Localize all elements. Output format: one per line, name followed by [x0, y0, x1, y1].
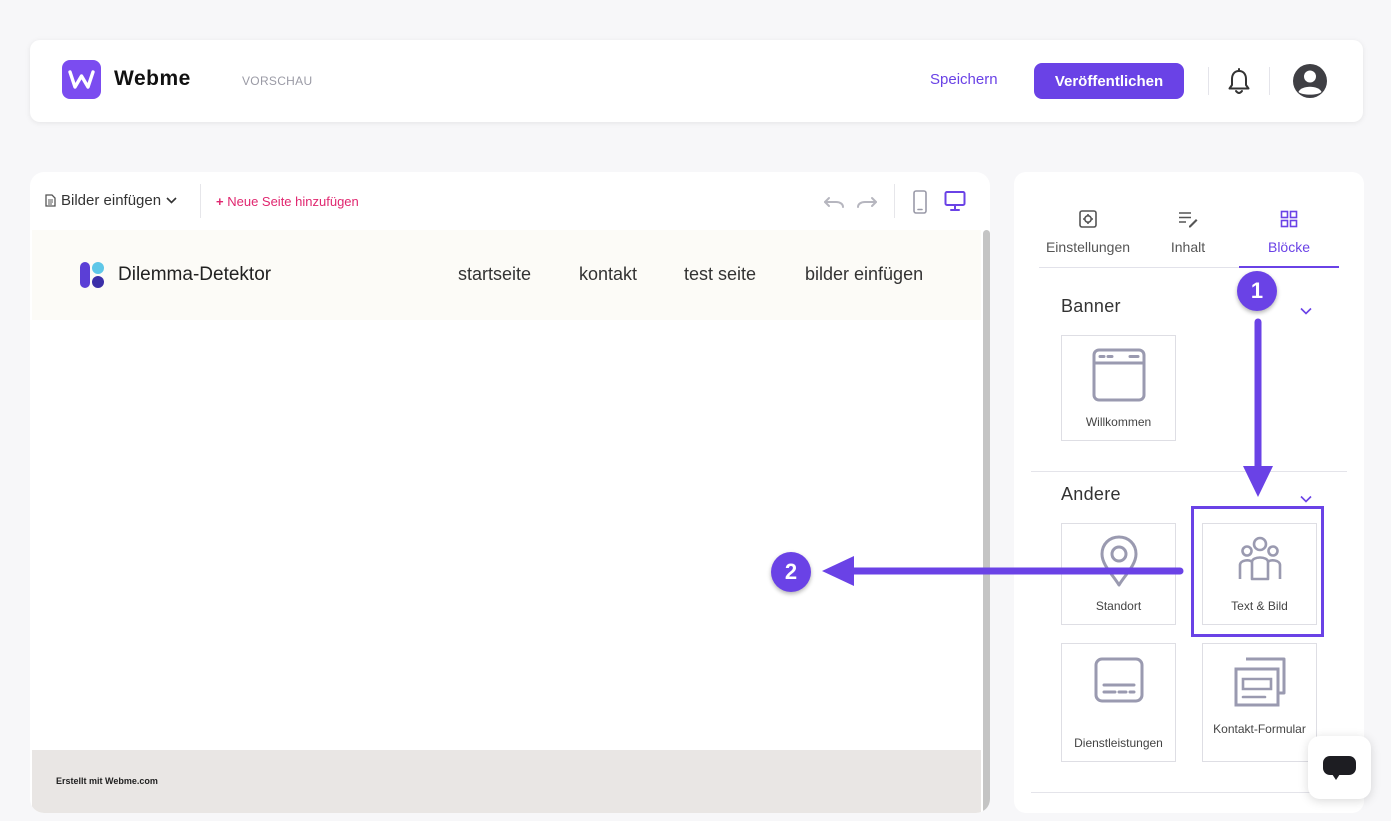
- blocks-grid-icon: [1280, 210, 1298, 228]
- tab-label: Einstellungen: [1045, 239, 1131, 255]
- chevron-down-icon: [166, 197, 177, 204]
- tab-inhalt[interactable]: Inhalt: [1157, 210, 1219, 255]
- section-title-banner: Banner: [1061, 296, 1121, 316]
- save-button[interactable]: Speichern: [930, 71, 998, 88]
- site-name[interactable]: Dilemma-Detektor: [118, 264, 271, 286]
- block-standort[interactable]: Standort: [1061, 523, 1176, 625]
- block-label: Dienstleistungen: [1074, 736, 1163, 750]
- mobile-view-icon[interactable]: [913, 190, 927, 219]
- page-select-dropdown[interactable]: Bilder einfügen: [45, 192, 177, 209]
- edit-text-icon: [1179, 212, 1198, 228]
- chat-widget[interactable]: [1308, 736, 1371, 799]
- step-badge-1: 1: [1237, 271, 1277, 311]
- block-kontakt-formular[interactable]: Kontakt-Formular: [1202, 643, 1317, 762]
- block-label: Kontakt-Formular: [1213, 722, 1306, 736]
- divider: [1208, 67, 1209, 95]
- footer-text: Erstellt mit Webme.com: [56, 776, 158, 786]
- location-pin-icon: [1100, 535, 1138, 587]
- desktop-view-icon[interactable]: [944, 190, 966, 217]
- tab-label: Blöcke: [1267, 239, 1311, 255]
- top-bar: Webme VORSCHAU Speichern Veröffentlichen: [30, 40, 1363, 122]
- service-card-icon: [1094, 657, 1144, 703]
- highlight-box: [1191, 506, 1324, 637]
- divider: [894, 184, 895, 218]
- blocks-panel: Einstellungen Inhalt Blöcke Banner Willk…: [1014, 172, 1364, 813]
- tab-active-indicator: [1239, 266, 1339, 268]
- tab-label: Inhalt: [1170, 239, 1206, 255]
- page-icon: [45, 194, 56, 207]
- site-footer: Erstellt mit Webme.com: [32, 750, 981, 813]
- add-page-label: Neue Seite hinzufügen: [227, 194, 359, 209]
- user-avatar-icon[interactable]: [1292, 63, 1328, 104]
- site-nav-startseite[interactable]: startseite: [458, 264, 531, 285]
- editor-toolbar: Bilder einfügen + Neue Seite hinzufügen: [30, 172, 990, 230]
- page-select-label: Bilder einfügen: [61, 192, 162, 209]
- site-nav-test-seite[interactable]: test seite: [684, 264, 756, 285]
- site-logo-icon[interactable]: [80, 260, 108, 295]
- publish-button[interactable]: Veröffentlichen: [1034, 63, 1184, 99]
- section-title-andere: Andere: [1061, 484, 1121, 504]
- divider: [200, 184, 201, 218]
- redo-icon[interactable]: [856, 190, 878, 217]
- site-nav-kontakt[interactable]: kontakt: [579, 264, 637, 285]
- plus-icon: +: [216, 194, 224, 209]
- browser-window-icon: [1092, 348, 1146, 402]
- contact-form-icon: [1234, 657, 1286, 707]
- block-dienstleistungen[interactable]: Dienstleistungen: [1061, 643, 1176, 762]
- scrollbar[interactable]: [983, 230, 990, 813]
- add-page-button[interactable]: + Neue Seite hinzufügen: [216, 194, 359, 209]
- tab-einstellungen[interactable]: Einstellungen: [1043, 210, 1133, 255]
- block-label: Willkommen: [1085, 415, 1152, 429]
- block-willkommen[interactable]: Willkommen: [1061, 335, 1176, 441]
- chat-bubble-icon: [1323, 756, 1356, 780]
- bell-icon[interactable]: [1227, 68, 1251, 101]
- settings-icon: [1079, 210, 1097, 228]
- section-divider: [1031, 792, 1347, 793]
- section-divider: [1031, 471, 1347, 472]
- site-preview: Dilemma-Detektor startseite kontakt test…: [32, 230, 981, 813]
- step-badge-2: 2: [771, 552, 811, 592]
- editor-canvas: Bilder einfügen + Neue Seite hinzufügen: [30, 172, 990, 813]
- divider: [1269, 67, 1270, 95]
- undo-icon[interactable]: [823, 190, 845, 217]
- tab-bloecke[interactable]: Blöcke: [1259, 210, 1319, 255]
- webme-logo[interactable]: [62, 60, 101, 99]
- chevron-down-icon[interactable]: [1300, 302, 1312, 320]
- site-nav-bilder-einfuegen[interactable]: bilder einfügen: [805, 264, 923, 285]
- site-header: Dilemma-Detektor startseite kontakt test…: [32, 230, 981, 320]
- preview-label[interactable]: VORSCHAU: [242, 74, 312, 88]
- webme-logo-icon: [68, 70, 95, 89]
- block-label: Standort: [1095, 599, 1142, 613]
- brand-name: Webme: [114, 67, 191, 90]
